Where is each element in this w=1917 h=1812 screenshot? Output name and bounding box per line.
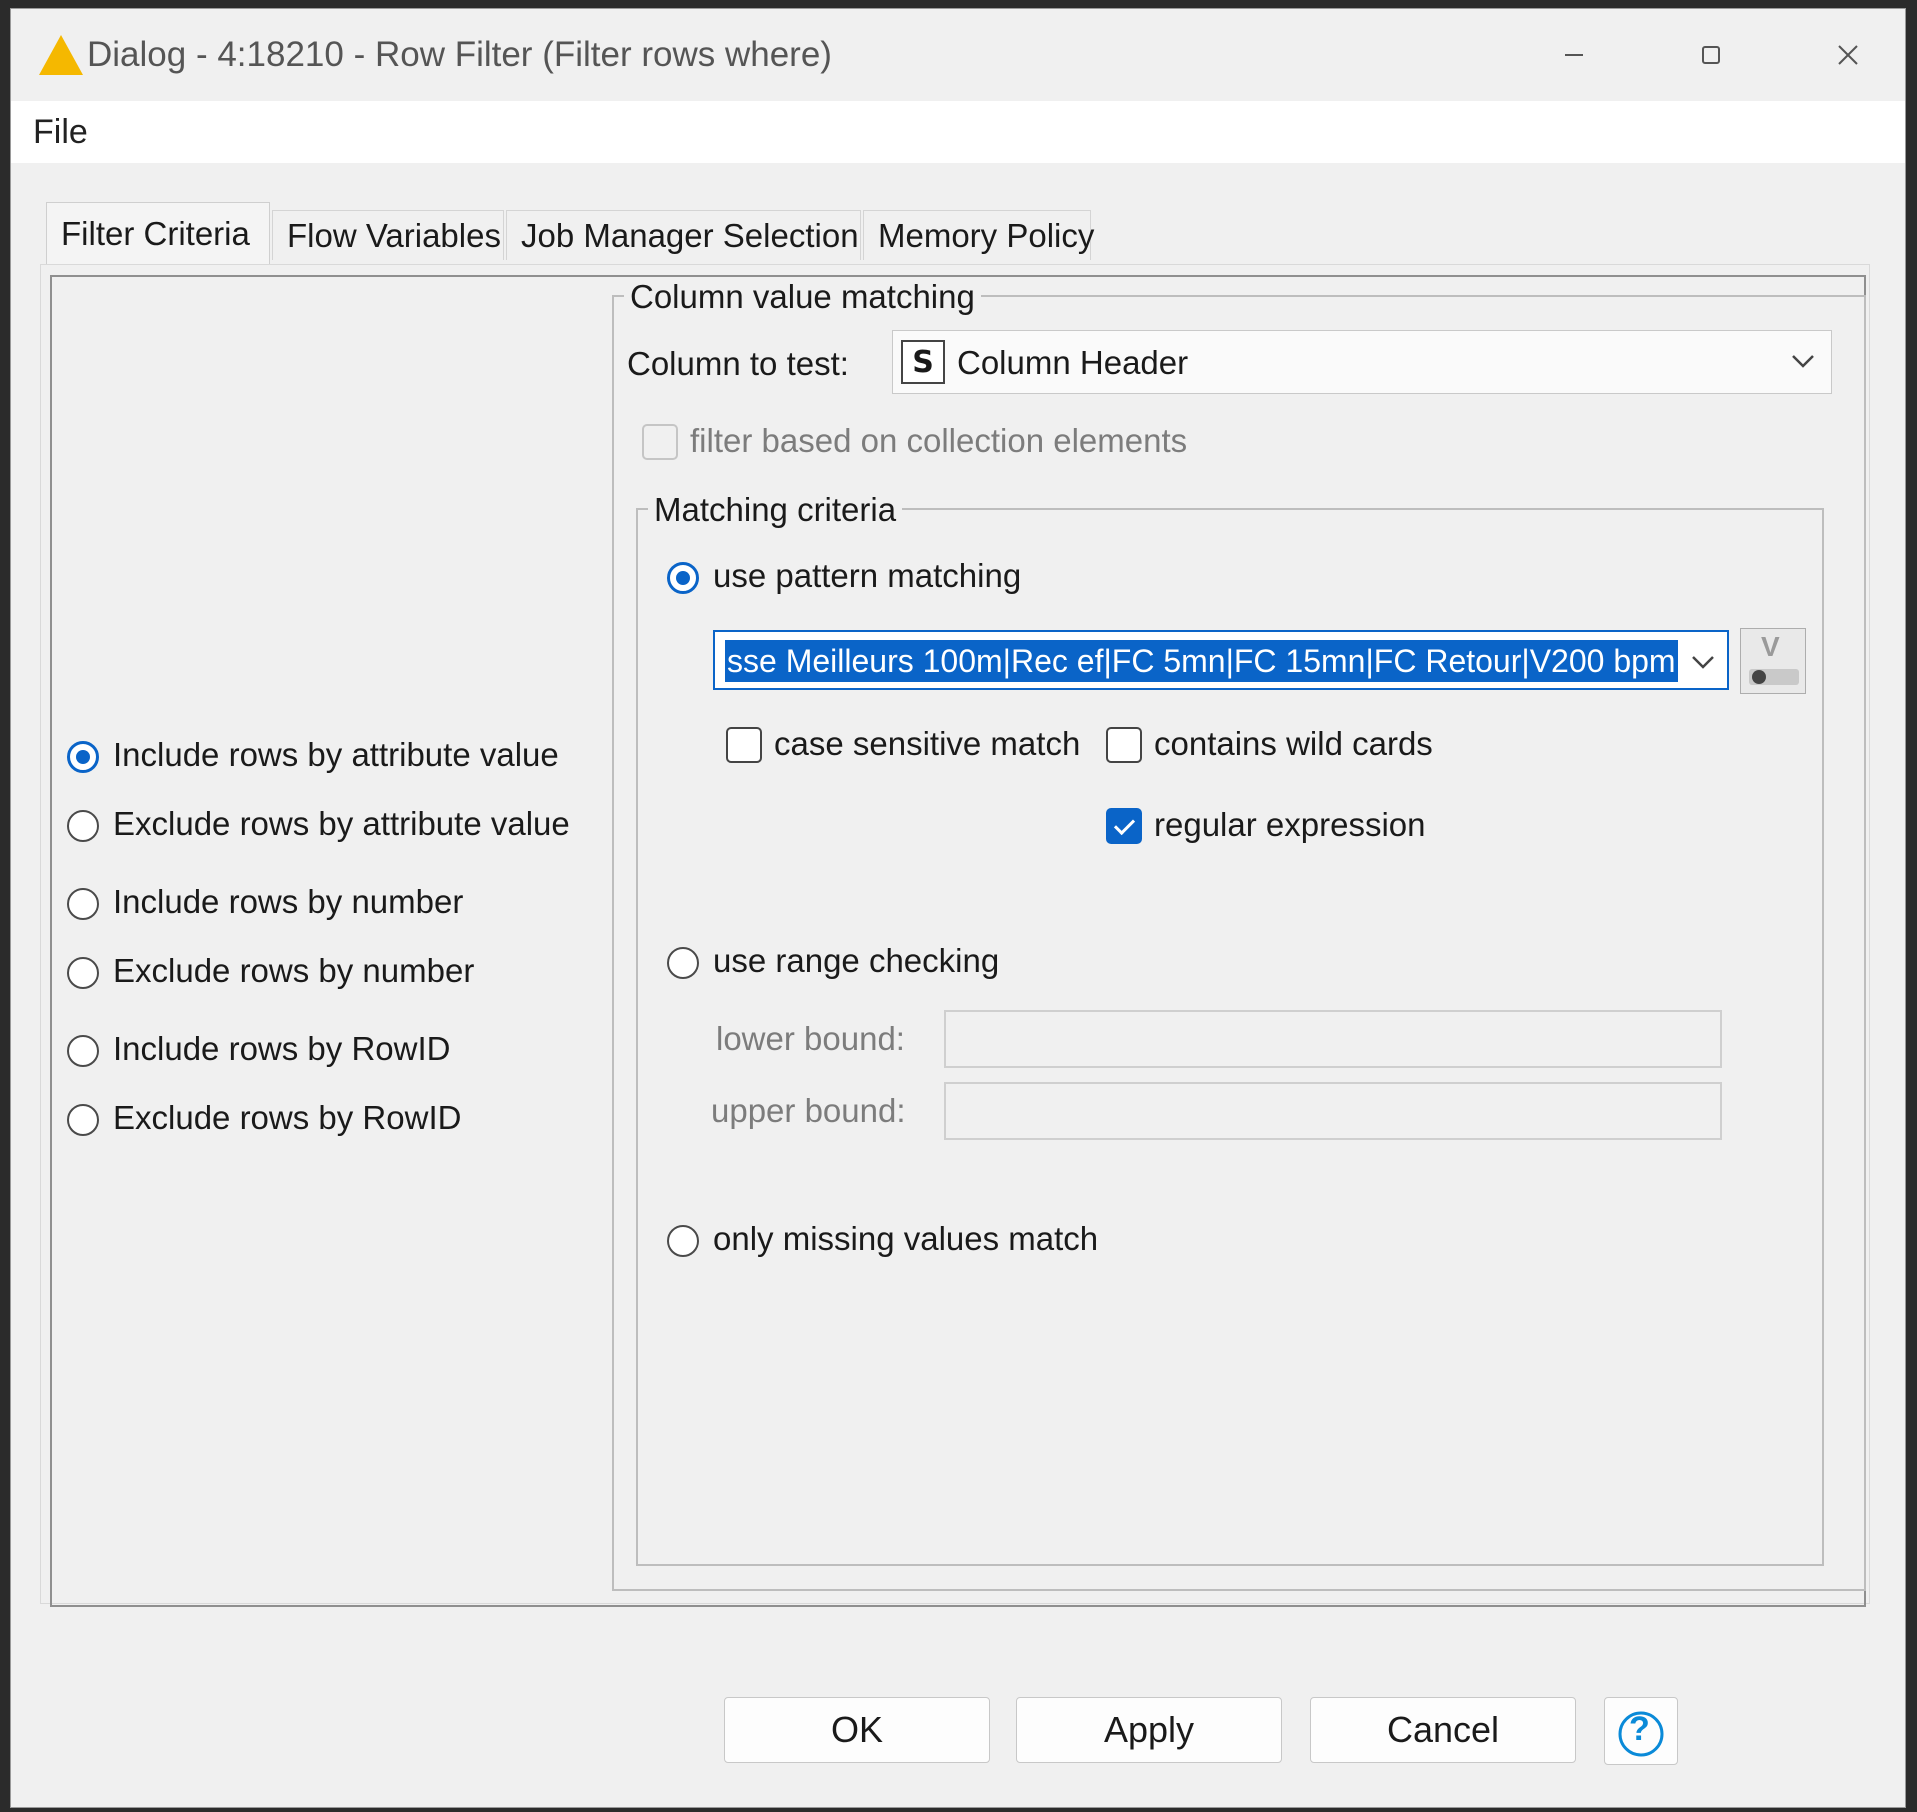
menu-file[interactable]: File <box>33 113 88 152</box>
minimize-icon[interactable] <box>1539 27 1609 83</box>
lower-bound-label: lower bound: <box>716 1020 905 1057</box>
help-button[interactable]: ? <box>1604 1697 1678 1765</box>
variable-icon-letter: V <box>1761 631 1780 662</box>
column-to-test-label: Column to test: <box>627 345 849 382</box>
maximize-icon[interactable] <box>1676 27 1746 83</box>
tab-memory-policy[interactable]: Memory Policy <box>863 210 1094 260</box>
label-exclude-number[interactable]: Exclude rows by number <box>113 952 474 990</box>
collection-elements-checkbox[interactable] <box>642 424 678 460</box>
ok-button[interactable]: OK <box>724 1697 990 1763</box>
missing-values-label[interactable]: only missing values match <box>713 1220 1098 1258</box>
radio-include-number[interactable] <box>67 888 99 920</box>
label-exclude-rowid[interactable]: Exclude rows by RowID <box>113 1099 461 1137</box>
case-sensitive-checkbox[interactable] <box>726 727 762 763</box>
pattern-matching-label[interactable]: use pattern matching <box>713 557 1021 595</box>
tab-filter-criteria[interactable]: Filter Criteria <box>46 202 270 264</box>
column-to-test-value: Column Header <box>957 344 1189 381</box>
warning-icon <box>37 33 85 82</box>
menu-bar: File <box>11 101 1905 163</box>
radio-include-attribute[interactable] <box>67 741 99 773</box>
label-include-rowid[interactable]: Include rows by RowID <box>113 1030 450 1068</box>
wild-cards-checkbox[interactable] <box>1106 727 1142 763</box>
label-include-attribute[interactable]: Include rows by attribute value <box>113 736 559 774</box>
chevron-down-icon <box>1791 353 1815 374</box>
case-sensitive-label[interactable]: case sensitive match <box>774 725 1080 763</box>
wild-cards-label[interactable]: contains wild cards <box>1154 725 1433 763</box>
radio-exclude-attribute[interactable] <box>67 810 99 842</box>
window-title: Dialog - 4:18210 - Row Filter (Filter ro… <box>87 35 832 74</box>
tab-job-manager-selection[interactable]: Job Manager Selection <box>506 210 861 260</box>
chevron-down-icon[interactable] <box>1689 654 1717 675</box>
radio-exclude-rowid[interactable] <box>67 1104 99 1136</box>
string-type-icon: S <box>901 340 945 384</box>
radio-exclude-number[interactable] <box>67 957 99 989</box>
title-bar[interactable]: Dialog - 4:18210 - Row Filter (Filter ro… <box>11 9 1905 101</box>
regular-expression-checkbox[interactable] <box>1106 808 1142 844</box>
pattern-input[interactable]: sse Meilleurs 100m|Rec ef|FC 5mn|FC 15mn… <box>713 630 1729 690</box>
matching-criteria-title: Matching criteria <box>648 491 903 529</box>
help-glyph: ? <box>1629 1710 1650 1748</box>
radio-range-checking[interactable] <box>667 947 699 979</box>
column-value-matching-title: Column value matching <box>624 278 981 316</box>
regular-expression-label[interactable]: regular expression <box>1154 806 1425 844</box>
radio-pattern-matching[interactable] <box>667 562 699 594</box>
radio-missing-values[interactable] <box>667 1225 699 1257</box>
variable-toggle-icon <box>1749 669 1799 685</box>
radio-include-rowid[interactable] <box>67 1035 99 1067</box>
pattern-value: sse Meilleurs 100m|Rec ef|FC 5mn|FC 15mn… <box>725 640 1678 682</box>
label-exclude-attribute[interactable]: Exclude rows by attribute value <box>113 805 570 843</box>
collection-elements-label: filter based on collection elements <box>690 422 1188 459</box>
apply-button[interactable]: Apply <box>1016 1697 1282 1763</box>
lower-bound-input[interactable] <box>944 1010 1722 1068</box>
range-checking-label[interactable]: use range checking <box>713 942 999 980</box>
upper-bound-input[interactable] <box>944 1082 1722 1140</box>
flow-variable-button[interactable]: V <box>1740 628 1806 694</box>
close-icon[interactable] <box>1813 27 1883 83</box>
tab-flow-variables[interactable]: Flow Variables <box>272 210 504 260</box>
column-to-test-select[interactable]: S Column Header <box>892 330 1832 394</box>
label-include-number[interactable]: Include rows by number <box>113 883 463 921</box>
cancel-button[interactable]: Cancel <box>1310 1697 1576 1763</box>
upper-bound-label: upper bound: <box>711 1092 906 1129</box>
